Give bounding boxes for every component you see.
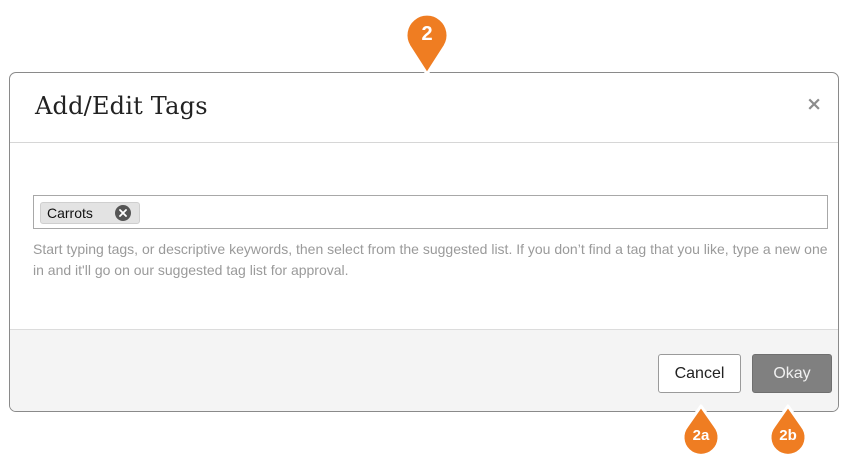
callout-marker-2: 2 [401,8,453,76]
callout-label: 2a [693,427,710,444]
x-circle-icon[interactable] [114,205,131,221]
callout-marker-2b: 2b [766,404,810,455]
callout-label: 2b [779,427,797,444]
close-icon[interactable]: × [806,95,822,114]
dialog-header: Add/Edit Tags × [10,73,838,143]
tag-chip-label: Carrots [47,205,93,221]
cancel-button[interactable]: Cancel [658,354,741,393]
dialog-footer: Cancel Okay [10,329,838,411]
callout-label: 2 [421,23,432,45]
add-edit-tags-dialog: Add/Edit Tags × Carrots Start typing tag… [9,72,839,412]
tags-help-text: Start typing tags, or descriptive keywor… [33,241,828,278]
screenshot-stage: Add/Edit Tags × Carrots Start typing tag… [0,0,841,455]
dialog-title: Add/Edit Tags [35,92,208,120]
tag-chip-carrots: Carrots [40,202,140,224]
okay-button[interactable]: Okay [752,354,832,393]
dialog-body: Carrots Start typing tags, or descriptiv… [10,143,838,329]
tags-input[interactable]: Carrots [33,195,828,229]
callout-marker-2a: 2a [679,404,723,455]
